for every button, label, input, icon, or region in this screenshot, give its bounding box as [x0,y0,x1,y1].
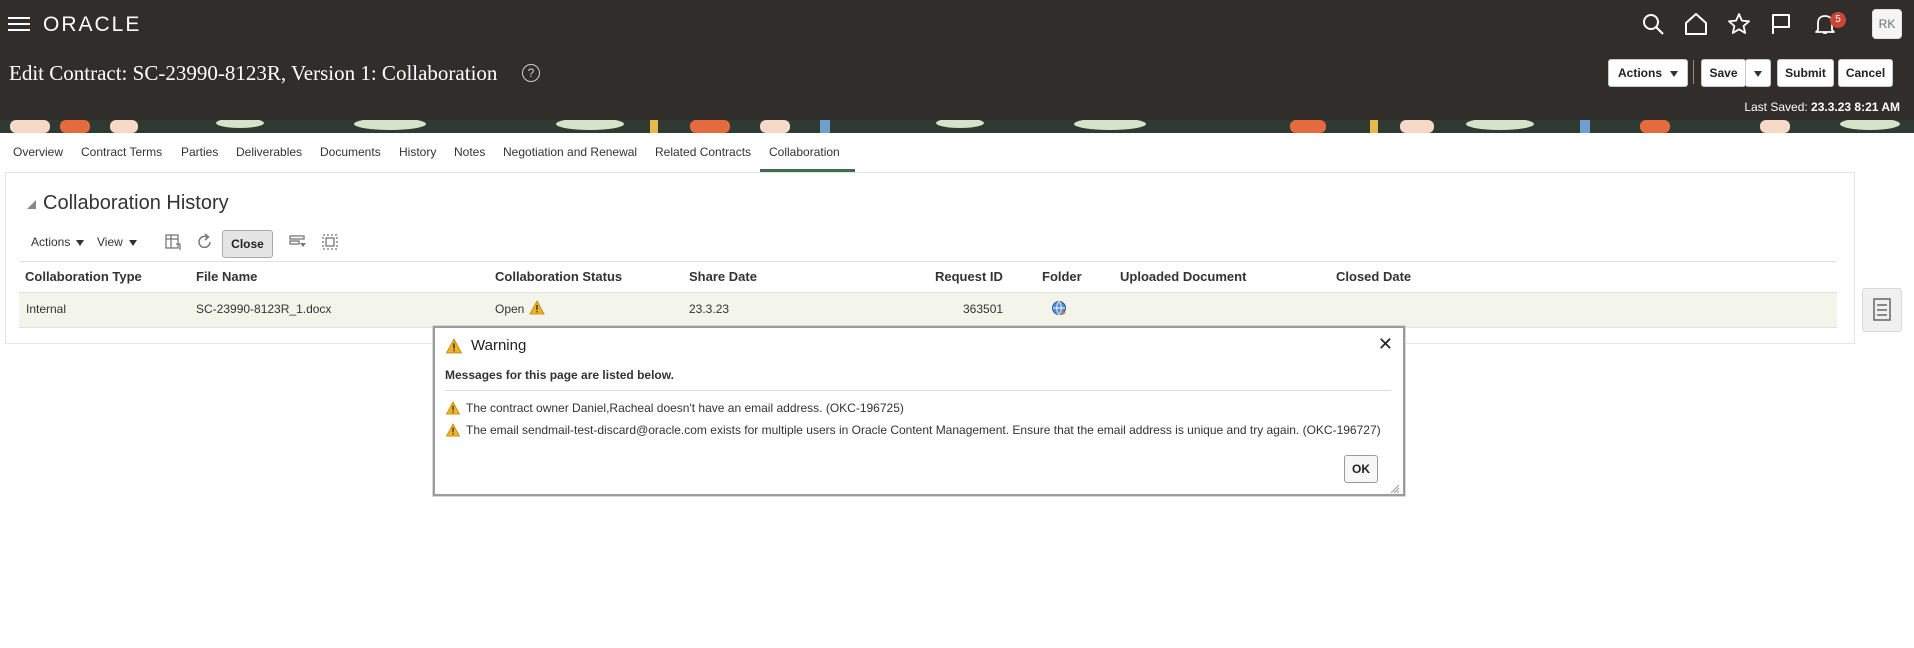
actions-button[interactable]: Actions [1608,59,1688,87]
folder-globe-icon[interactable] [1051,300,1067,316]
collapse-toggle-icon[interactable] [27,200,36,209]
column-header-uploaded-document[interactable]: Uploaded Document [1120,269,1246,284]
save-menu-button[interactable] [1745,59,1771,87]
last-saved-status: Last Saved: 23.3.23 8:21 AM [1744,100,1900,114]
tab-notes[interactable]: Notes [454,145,485,159]
toolbar-divider [1693,60,1694,84]
dialog-subtitle: Messages for this page are listed below. [445,368,674,382]
last-saved-value: 23.3.23 8:21 AM [1811,100,1900,114]
decorative-banner [0,120,1914,133]
column-header-collaboration-status[interactable]: Collaboration Status [495,269,622,284]
flag-icon[interactable] [1767,10,1795,38]
document-icon [1873,298,1891,321]
chevron-down-icon [1670,70,1678,77]
actions-button-label: Actions [1617,66,1662,80]
warning-icon [445,423,461,437]
table-actions-label: Actions [31,235,71,249]
section-title: Collaboration History [43,192,229,214]
table-actions-menu[interactable]: Actions [31,235,85,249]
dialog-title: Warning [471,337,527,354]
dialog-message: The contract owner Daniel,Racheal doesn'… [466,401,904,415]
side-panel-button[interactable] [1862,288,1902,332]
warning-icon [445,338,463,354]
tab-deliverables[interactable]: Deliverables [236,145,302,159]
user-avatar[interactable]: RK [1872,9,1902,39]
tab-bar: Overview Contract Terms Parties Delivera… [0,133,1914,171]
tab-contract-terms[interactable]: Contract Terms [81,145,162,159]
column-header-folder[interactable]: Folder [1042,269,1082,284]
table-view-menu[interactable]: View [97,235,137,249]
chevron-down-icon [1754,70,1762,77]
bell-icon[interactable]: 5 [1811,10,1846,38]
column-header-file-name[interactable]: File Name [196,269,257,284]
save-button[interactable]: Save [1701,59,1746,87]
help-icon[interactable]: ? [522,64,540,82]
cell-share-date: 23.3.23 [689,302,730,316]
last-saved-label: Last Saved: [1744,100,1808,114]
column-header-closed-date[interactable]: Closed Date [1336,269,1411,284]
tab-overview[interactable]: Overview [13,145,63,159]
search-icon[interactable] [1639,10,1667,38]
column-header-share-date[interactable]: Share Date [689,269,757,284]
cell-collaboration-type: Internal [26,302,67,316]
column-header-collaboration-type[interactable]: Collaboration Type [25,269,142,284]
tab-related-contracts[interactable]: Related Contracts [655,145,751,159]
tab-parties[interactable]: Parties [181,145,218,159]
detach-table-icon[interactable] [320,232,340,252]
cell-file-name[interactable]: SC-23990-8123R_1.docx [196,302,331,316]
tab-documents[interactable]: Documents [320,145,381,159]
dialog-message: The email sendmail-test-discard@oracle.c… [466,423,1381,437]
chevron-down-icon [128,239,137,246]
ok-button[interactable]: OK [1344,455,1378,483]
hamburger-icon[interactable] [8,14,30,34]
warning-icon[interactable] [529,300,545,315]
oracle-logo[interactable]: ORACLE [43,13,141,37]
tab-negotiation-and-renewal[interactable]: Negotiation and Renewal [503,145,637,159]
close-icon[interactable]: ✕ [1378,334,1393,355]
table-top-border [19,261,1837,262]
query-by-example-icon[interactable] [288,232,308,252]
refresh-icon[interactable] [195,232,215,252]
submit-button[interactable]: Submit [1777,59,1834,87]
tab-history[interactable]: History [399,145,436,159]
close-button[interactable]: Close [222,230,273,258]
home-icon[interactable] [1682,10,1710,38]
warning-dialog: Warning ✕ Messages for this page are lis… [433,326,1405,496]
chevron-down-icon [76,239,85,246]
cell-collaboration-status: Open [495,302,525,316]
star-icon[interactable] [1725,10,1753,38]
warning-icon [445,401,461,415]
table-view-label: View [97,235,123,249]
cell-request-id: 363501 [963,302,1004,316]
freeze-columns-icon[interactable] [163,232,183,252]
notification-count-badge: 5 [1830,12,1846,28]
tab-collaboration[interactable]: Collaboration [769,145,840,159]
dialog-separator [445,390,1391,391]
resize-grip-icon[interactable] [1390,481,1400,494]
page-title: Edit Contract: SC-23990-8123R, Version 1… [9,61,498,85]
column-header-request-id[interactable]: Request ID [935,269,1003,284]
cancel-button[interactable]: Cancel [1838,59,1893,87]
